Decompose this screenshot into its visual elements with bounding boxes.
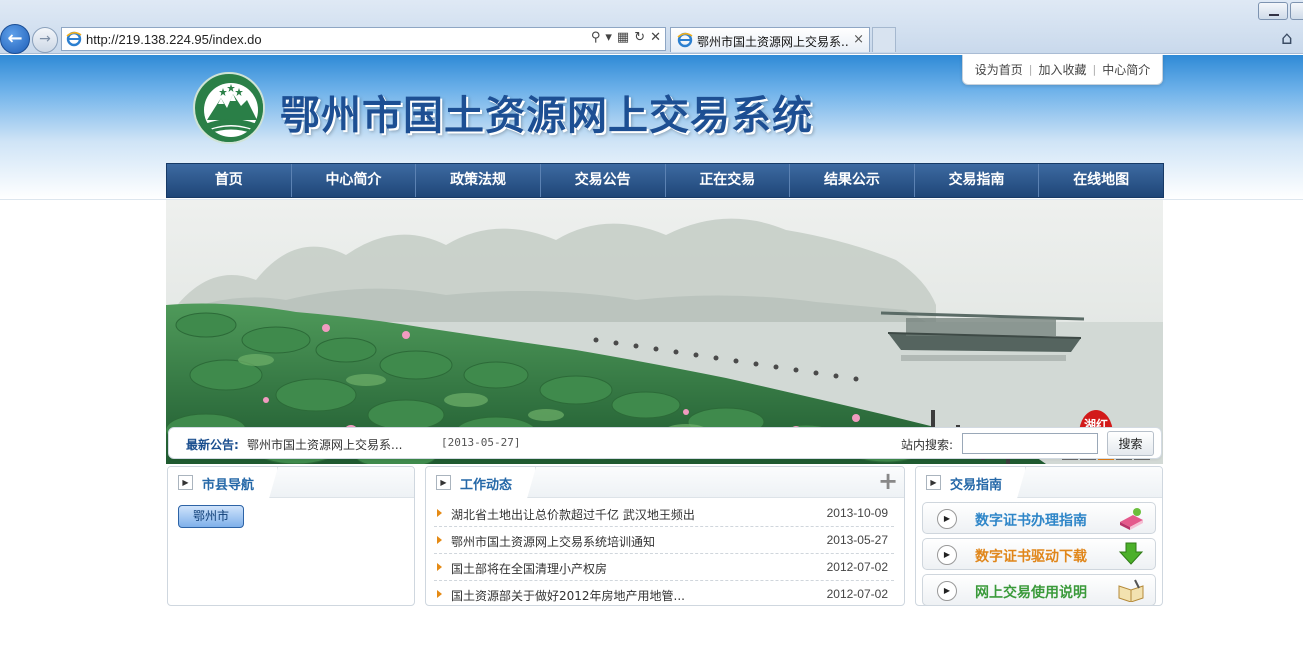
arrow-right-icon: ▶: [436, 475, 451, 490]
site-title: 鄂州市国土资源网上交易系统: [280, 93, 813, 139]
nav-item-map[interactable]: 在线地图: [1039, 164, 1163, 197]
dropdown-icon[interactable]: ▾: [605, 30, 612, 45]
maximize-button[interactable]: [1290, 2, 1303, 20]
download-arrow-icon: [1117, 542, 1145, 566]
news-title[interactable]: 鄂州市国土资源网上交易系统培训通知: [451, 533, 655, 550]
play-icon: ▶: [937, 581, 957, 601]
browser-chrome: ← → http://219.138.224.95/index.do ⚲ ▾ ▦…: [0, 0, 1303, 54]
open-book-icon: [1117, 578, 1145, 603]
home-icon[interactable]: ⌂: [1281, 28, 1292, 49]
refresh-icon[interactable]: ↻: [634, 30, 645, 45]
panel-title: 交易指南: [950, 478, 1003, 493]
address-bar[interactable]: http://219.138.224.95/index.do ⚲ ▾ ▦ ↻ ✕: [61, 27, 666, 51]
nav-item-home[interactable]: 首页: [167, 164, 292, 197]
search-button[interactable]: 搜索: [1107, 431, 1154, 456]
nav-item-trading[interactable]: 正在交易: [666, 164, 791, 197]
lotus-lake-image: [166, 200, 1163, 464]
address-tools: ⚲ ▾ ▦ ↻ ✕: [591, 30, 661, 45]
banner-slideshow[interactable]: 湖红印莲 1 2 3 4 5: [166, 200, 1163, 464]
stop-icon[interactable]: ✕: [650, 30, 661, 45]
bullet-arrow-icon: [437, 590, 442, 598]
minimize-button[interactable]: [1258, 2, 1288, 20]
nav-item-policies[interactable]: 政策法规: [416, 164, 541, 197]
bullet-arrow-icon: [437, 509, 442, 517]
city-nav-panel: ▶ 市县导航 鄂州市: [167, 466, 415, 606]
play-icon: ▶: [937, 509, 957, 529]
search-label: 站内搜索:: [901, 438, 954, 452]
nav-item-guide[interactable]: 交易指南: [915, 164, 1040, 197]
tab-close-icon[interactable]: ×: [853, 32, 864, 47]
forward-button[interactable]: →: [32, 27, 58, 53]
search-icon[interactable]: ⚲: [591, 30, 601, 45]
news-list: 湖北省土地出让总价款超过千亿 武汉地王频出 2013-10-09 鄂州市国土资源…: [434, 500, 894, 605]
book-icon: [1117, 506, 1145, 530]
panel-header: ▶ 工作动态 +: [426, 467, 904, 498]
guide-item-cert-guide[interactable]: ▶ 数字证书办理指南: [922, 502, 1156, 534]
compatibility-icon[interactable]: ▦: [617, 30, 629, 45]
nav-item-center-intro[interactable]: 中心简介: [292, 164, 417, 197]
guide-label: 网上交易使用说明: [975, 585, 1087, 601]
news-title[interactable]: 国土资源部关于做好2012年房地产用地管...: [451, 587, 685, 604]
notice-bar: 最新公告: 鄂州市国土资源网上交易系... [2013-05-27] 站内搜索:…: [168, 427, 1162, 459]
ie-logo-icon: [66, 31, 82, 47]
panel-header: ▶ 交易指南: [916, 467, 1162, 498]
list-item[interactable]: 国土部将在全国清理小产权房 2012-07-02: [434, 554, 894, 581]
back-button[interactable]: ←: [0, 24, 30, 54]
guide-label: 数字证书办理指南: [975, 513, 1087, 529]
back-arrow-icon: ←: [7, 28, 23, 49]
bullet-arrow-icon: [437, 563, 442, 571]
web-page: 鄂州市国土资源网上交易系统 设为首页 | 加入收藏 | 中心简介 首页 中心简介…: [0, 55, 1303, 659]
set-homepage-link[interactable]: 设为首页: [969, 61, 1029, 78]
tab-ie-icon: [677, 32, 693, 48]
panel-title: 市县导航: [202, 478, 255, 493]
list-item[interactable]: 鄂州市国土资源网上交易系统培训通知 2013-05-27: [434, 527, 894, 554]
new-tab-button[interactable]: [872, 27, 896, 52]
plus-icon[interactable]: +: [878, 469, 898, 493]
add-favorite-link[interactable]: 加入收藏: [1032, 61, 1092, 78]
url-text[interactable]: http://219.138.224.95/index.do: [86, 32, 262, 47]
work-news-panel: ▶ 工作动态 + 湖北省土地出让总价款超过千亿 武汉地王频出 2013-10-0…: [425, 466, 905, 606]
news-date: 2012-07-02: [826, 560, 888, 574]
notice-link[interactable]: 鄂州市国土资源网上交易系...: [247, 436, 402, 453]
forward-arrow-icon: →: [39, 31, 51, 47]
arrow-right-icon: ▶: [926, 475, 941, 490]
header: 鄂州市国土资源网上交易系统 设为首页 | 加入收藏 | 中心简介 首页 中心简介…: [0, 55, 1303, 200]
panel-title: 工作动态: [460, 478, 513, 493]
main-nav: 首页 中心简介 政策法规 交易公告 正在交易 结果公示 交易指南 在线地图: [166, 163, 1164, 198]
notice-date: [2013-05-27]: [441, 436, 521, 449]
center-intro-link[interactable]: 中心简介: [1096, 61, 1156, 78]
notice-label: 最新公告:: [186, 438, 239, 452]
news-date: 2013-10-09: [826, 506, 888, 520]
news-date: 2013-05-27: [826, 533, 888, 547]
browser-tab[interactable]: 鄂州市国土资源网上交易系... ×: [670, 27, 870, 52]
site-logo: [193, 72, 265, 144]
trade-guide-panel: ▶ 交易指南 ▶ 数字证书办理指南 ▶ 数字证书驱动下载 ▶ 网上交易使用说明: [915, 466, 1163, 606]
play-icon: ▶: [937, 545, 957, 565]
guide-label: 数字证书驱动下载: [975, 549, 1087, 565]
site-search-input[interactable]: [962, 433, 1098, 454]
city-button-ezhou[interactable]: 鄂州市: [178, 505, 244, 528]
list-item[interactable]: 湖北省土地出让总价款超过千亿 武汉地王频出 2013-10-09: [434, 500, 894, 527]
panel-header: ▶ 市县导航: [168, 467, 414, 498]
news-title[interactable]: 国土部将在全国清理小产权房: [451, 560, 607, 577]
list-item[interactable]: 国土资源部关于做好2012年房地产用地管... 2012-07-02: [434, 581, 894, 605]
news-date: 2012-07-02: [826, 587, 888, 601]
arrow-right-icon: ▶: [178, 475, 193, 490]
tab-title: 鄂州市国土资源网上交易系...: [697, 35, 849, 49]
nav-item-announcements[interactable]: 交易公告: [541, 164, 666, 197]
news-title[interactable]: 湖北省土地出让总价款超过千亿 武汉地王频出: [451, 506, 695, 523]
guide-item-driver-download[interactable]: ▶ 数字证书驱动下载: [922, 538, 1156, 570]
guide-item-usage-manual[interactable]: ▶ 网上交易使用说明: [922, 574, 1156, 605]
logo-emblem-icon: [198, 77, 263, 142]
nav-item-results[interactable]: 结果公示: [790, 164, 915, 197]
top-links: 设为首页 | 加入收藏 | 中心简介: [962, 55, 1163, 85]
bullet-arrow-icon: [437, 536, 442, 544]
